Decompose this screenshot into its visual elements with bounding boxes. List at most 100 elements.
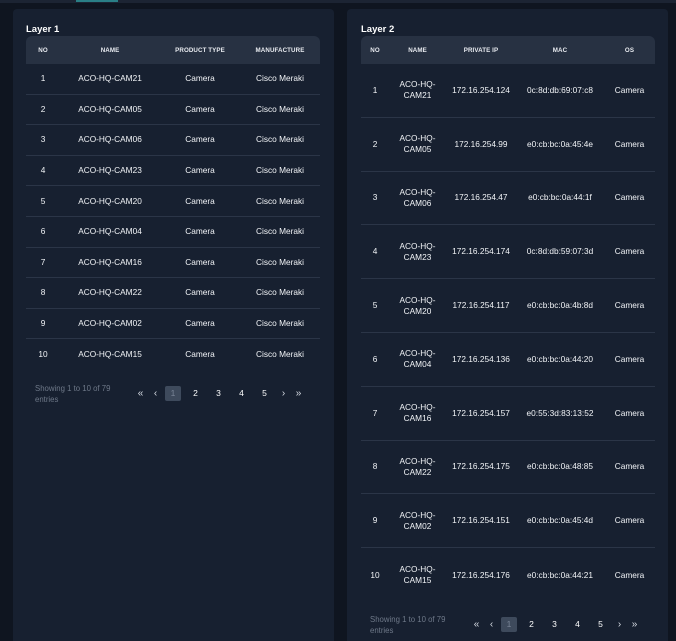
cell-name: ACO-HQ-CAM20 (399, 294, 436, 316)
table-row[interactable]: 7 ACO-HQ-CAM16 Camera Cisco Meraki (26, 248, 320, 279)
prev-page-button[interactable]: ‹ (148, 386, 163, 401)
table-row[interactable]: 9 ACO-HQ-CAM02 Camera Cisco Meraki (26, 309, 320, 340)
cell-os: Camera (614, 407, 645, 418)
column-header-name[interactable]: NAME (60, 47, 160, 54)
cell-mac: 0c:8d:db:59:07:3d (526, 246, 594, 257)
cell-no: 5 (40, 195, 46, 206)
cell-name: ACO-HQ-CAM20 (78, 195, 142, 206)
column-header-no[interactable]: NO (26, 47, 60, 54)
table-row[interactable]: 8 ACO-HQ-CAM22 Camera Cisco Meraki (26, 278, 320, 309)
layer2-table-header: NO NAME PRIVATE IP MAC OS (361, 36, 655, 64)
cell-no: 3 (372, 192, 378, 203)
table-row[interactable]: 4 ACO-HQ-CAM23 Camera Cisco Meraki (26, 156, 320, 187)
page-button[interactable]: 5 (589, 617, 612, 632)
table-row[interactable]: 4 ACO-HQ-CAM23 172.16.254.174 0c:8d:db:59:0… (361, 225, 655, 280)
cell-os: Camera (614, 461, 645, 472)
table-row[interactable]: 7 ACO-HQ-CAM16 172.16.254.157 e0:55:3d:83:1… (361, 387, 655, 441)
cell-manufacture: Cisco Meraki (256, 165, 304, 176)
table-row[interactable]: 6 ACO-HQ-CAM04 172.16.254.136 e0:cb:bc:0a:4… (361, 333, 655, 387)
cell-mac: e0:cb:bc:0a:44:1f (528, 192, 592, 203)
cell-no: 4 (372, 246, 378, 257)
table-row[interactable]: 3 ACO-HQ-CAM06 172.16.254.47 e0:cb:bc:0a:44… (361, 172, 655, 226)
column-header-no[interactable]: NO (361, 47, 389, 54)
cell-name-container: ACO-HQ-CAM22 (389, 456, 446, 478)
cell-product-type: Camera (185, 165, 215, 176)
table-row[interactable]: 1 ACO-HQ-CAM21 Camera Cisco Meraki (26, 64, 320, 95)
column-header-os[interactable]: OS (604, 47, 655, 54)
column-header-manufacture[interactable]: MANUFACTURE (240, 47, 320, 54)
page-button-active[interactable]: 1 (165, 385, 181, 401)
last-page-button[interactable]: » (627, 617, 642, 632)
page-button[interactable]: 3 (207, 386, 230, 401)
cell-name-container: ACO-HQ-CAM16 (389, 402, 446, 424)
cell-name-container: ACO-HQ-CAM23 (389, 241, 446, 263)
page-button[interactable]: 2 (520, 617, 543, 632)
first-page-button[interactable]: « (133, 386, 148, 401)
prev-page-button[interactable]: ‹ (484, 617, 499, 632)
cell-no: 7 (372, 407, 378, 418)
cell-private-ip: 172.16.254.174 (452, 246, 510, 257)
first-page-button[interactable]: « (469, 617, 484, 632)
cell-private-ip: 172.16.254.157 (452, 407, 510, 418)
table-row[interactable]: 8 ACO-HQ-CAM22 172.16.254.175 e0:cb:bc:0a:4… (361, 441, 655, 495)
table-row[interactable]: 6 ACO-HQ-CAM04 Camera Cisco Meraki (26, 217, 320, 248)
cell-product-type: Camera (185, 103, 215, 114)
column-header-private-ip[interactable]: PRIVATE IP (446, 47, 516, 54)
table-row[interactable]: 3 ACO-HQ-CAM06 Camera Cisco Meraki (26, 125, 320, 156)
cell-mac: e0:cb:bc:0a:44:21 (527, 569, 593, 580)
page-button[interactable]: 5 (253, 386, 276, 401)
table-row[interactable]: 2 ACO-HQ-CAM05 Camera Cisco Meraki (26, 95, 320, 126)
cell-no: 7 (40, 256, 46, 267)
cell-name-container: ACO-HQ-CAM05 (389, 133, 446, 155)
table-row[interactable]: 9 ACO-HQ-CAM02 172.16.254.151 e0:cb:bc:0a:4… (361, 494, 655, 549)
cell-name: ACO-HQ-CAM22 (78, 287, 142, 298)
table-row[interactable]: 1 ACO-HQ-CAM21 172.16.254.124 0c:8d:db:69:0… (361, 64, 655, 118)
cell-private-ip: 172.16.254.47 (454, 192, 508, 203)
page-button[interactable]: 3 (543, 617, 566, 632)
table-row[interactable]: 2 ACO-HQ-CAM05 172.16.254.99 e0:cb:bc:0a:45… (361, 118, 655, 172)
layer1-table-footer: Showing 1 to 10 of 79 entries « ‹ 1 2 3 … (35, 382, 325, 408)
cell-os: Camera (614, 300, 645, 311)
cell-name-container: ACO-HQ-CAM04 (389, 348, 446, 370)
table-row[interactable]: 5 ACO-HQ-CAM20 172.16.254.117 e0:cb:bc:0a:4… (361, 279, 655, 333)
cell-mac: e0:cb:bc:0a:45:4e (527, 138, 593, 149)
cell-no: 1 (372, 84, 378, 95)
cell-os: Camera (614, 138, 645, 149)
cell-no: 6 (372, 353, 378, 364)
cell-product-type: Camera (185, 349, 215, 360)
cell-no: 10 (38, 349, 48, 360)
page-button[interactable]: 2 (184, 386, 207, 401)
layer1-table-body: 1 ACO-HQ-CAM21 Camera Cisco Meraki 2 ACO-HQ-… (26, 64, 320, 370)
next-page-button[interactable]: › (276, 386, 291, 401)
cell-name-container: ACO-HQ-CAM06 (389, 187, 446, 209)
cell-product-type: Camera (185, 195, 215, 206)
column-header-name[interactable]: NAME (389, 47, 446, 54)
cell-no: 1 (40, 73, 46, 84)
table-row[interactable]: 10 ACO-HQ-CAM15 172.16.254.176 e0:cb:bc:0a:… (361, 548, 655, 602)
cell-private-ip: 172.16.254.99 (454, 138, 508, 149)
cell-manufacture: Cisco Meraki (256, 195, 304, 206)
column-header-product-type[interactable]: PRODUCT TYPE (160, 47, 240, 54)
cell-no: 6 (40, 226, 46, 237)
cell-name: ACO-HQ-CAM21 (399, 79, 436, 101)
cell-os: Camera (614, 84, 645, 95)
page-button-active[interactable]: 1 (501, 616, 517, 632)
page-button[interactable]: 4 (230, 386, 253, 401)
cell-os: Camera (614, 246, 645, 257)
table-row[interactable]: 10 ACO-HQ-CAM15 Camera Cisco Meraki (26, 339, 320, 370)
cell-no: 2 (40, 103, 46, 114)
cell-name: ACO-HQ-CAM15 (399, 564, 436, 586)
cell-manufacture: Cisco Meraki (256, 73, 304, 84)
cell-no: 10 (370, 569, 380, 580)
next-page-button[interactable]: › (612, 617, 627, 632)
layer1-table-header: NO NAME PRODUCT TYPE MANUFACTURE (26, 36, 320, 64)
cell-name: ACO-HQ-CAM02 (399, 509, 436, 531)
column-header-mac[interactable]: MAC (516, 47, 604, 54)
page-button[interactable]: 4 (566, 617, 589, 632)
cell-name: ACO-HQ-CAM16 (399, 402, 436, 424)
cell-os: Camera (614, 192, 645, 203)
cell-manufacture: Cisco Meraki (256, 226, 304, 237)
last-page-button[interactable]: » (291, 386, 306, 401)
pagination: « ‹ 1 2 3 4 5 › » (133, 385, 306, 401)
table-row[interactable]: 5 ACO-HQ-CAM20 Camera Cisco Meraki (26, 186, 320, 217)
